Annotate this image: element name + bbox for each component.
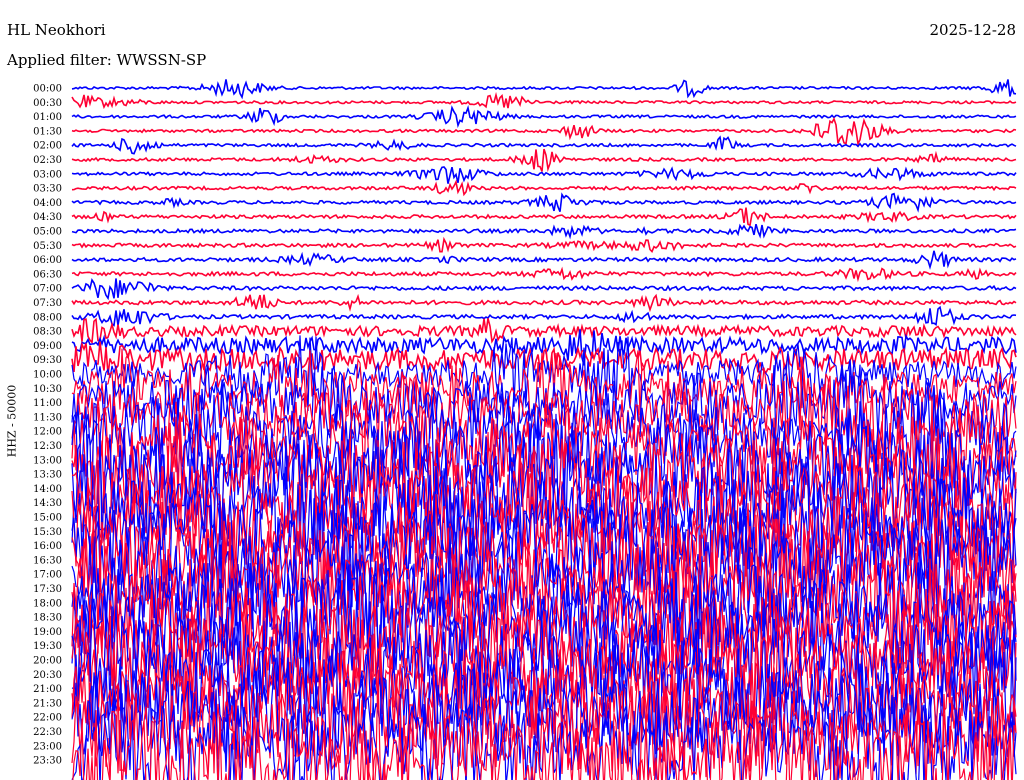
time-label: 14:30 [33, 498, 62, 509]
time-label: 16:00 [33, 541, 62, 552]
time-label: 00:00 [33, 84, 62, 95]
trace-row [71, 293, 1017, 313]
time-label: 01:30 [33, 126, 62, 137]
time-label: 17:00 [33, 570, 62, 581]
trace-row [71, 305, 1017, 327]
trace-row [71, 116, 1017, 147]
time-label: 09:00 [33, 341, 62, 352]
time-label: 19:00 [33, 627, 62, 638]
time-label: 23:30 [33, 756, 62, 767]
time-label: 04:30 [33, 212, 62, 223]
time-label: 09:30 [33, 355, 62, 366]
time-label: 17:30 [33, 584, 62, 595]
time-label: 02:00 [33, 141, 62, 152]
time-label: 13:30 [33, 470, 62, 481]
time-label: 08:00 [33, 312, 62, 323]
trace-row [71, 179, 1017, 197]
time-label: 20:00 [33, 656, 62, 667]
time-label: 05:30 [33, 241, 62, 252]
time-label: 19:30 [33, 641, 62, 652]
time-label: 07:00 [33, 284, 62, 295]
time-label: 22:00 [33, 713, 62, 724]
time-label: 08:30 [33, 327, 62, 338]
helicorder-plot: 00:00 00:30 01:00 01:30 02:00 02:30 03:00 03:30… [33, 79, 1017, 780]
time-label: 00:30 [33, 98, 62, 109]
trace-row [71, 166, 1017, 184]
time-label: 10:00 [33, 370, 62, 381]
time-label: 04:00 [33, 198, 62, 209]
time-label: 22:30 [33, 727, 62, 738]
time-label: 16:30 [33, 555, 62, 566]
time-label: 06:00 [33, 255, 62, 266]
trace-row [71, 250, 1017, 270]
trace-row [71, 236, 1017, 254]
trace-row [71, 79, 1017, 100]
time-label: 15:30 [33, 527, 62, 538]
time-label: 23:00 [33, 741, 62, 752]
time-label: 12:30 [33, 441, 62, 452]
time-label: 18:30 [33, 613, 62, 624]
trace-row [71, 223, 1017, 240]
time-label: 11:30 [33, 412, 62, 423]
time-label: 12:00 [33, 427, 62, 438]
time-label-group: 00:00 00:30 01:00 01:30 02:00 02:30 03:00 03:30… [33, 84, 62, 767]
time-label: 11:00 [33, 398, 62, 409]
trace-group [71, 79, 1017, 780]
time-label: 03:00 [33, 169, 62, 180]
trace-row [71, 148, 1017, 173]
trace-row [71, 192, 1017, 213]
trace-row [71, 104, 1017, 129]
time-label: 02:30 [33, 155, 62, 166]
time-label: 15:00 [33, 513, 62, 524]
time-label: 21:30 [33, 698, 62, 709]
trace-row [71, 91, 1017, 110]
trace-row [71, 207, 1017, 227]
time-label: 20:30 [33, 670, 62, 681]
time-label: 21:00 [33, 684, 62, 695]
time-label: 18:00 [33, 598, 62, 609]
time-label: 07:30 [33, 298, 62, 309]
time-label: 05:00 [33, 227, 62, 238]
trace-row [71, 278, 1017, 301]
trace-row [71, 266, 1017, 283]
time-label: 01:00 [33, 112, 62, 123]
time-label: 13:00 [33, 455, 62, 466]
time-label: 03:30 [33, 184, 62, 195]
time-label: 14:00 [33, 484, 62, 495]
time-label: 06:30 [33, 269, 62, 280]
time-label: 10:30 [33, 384, 62, 395]
